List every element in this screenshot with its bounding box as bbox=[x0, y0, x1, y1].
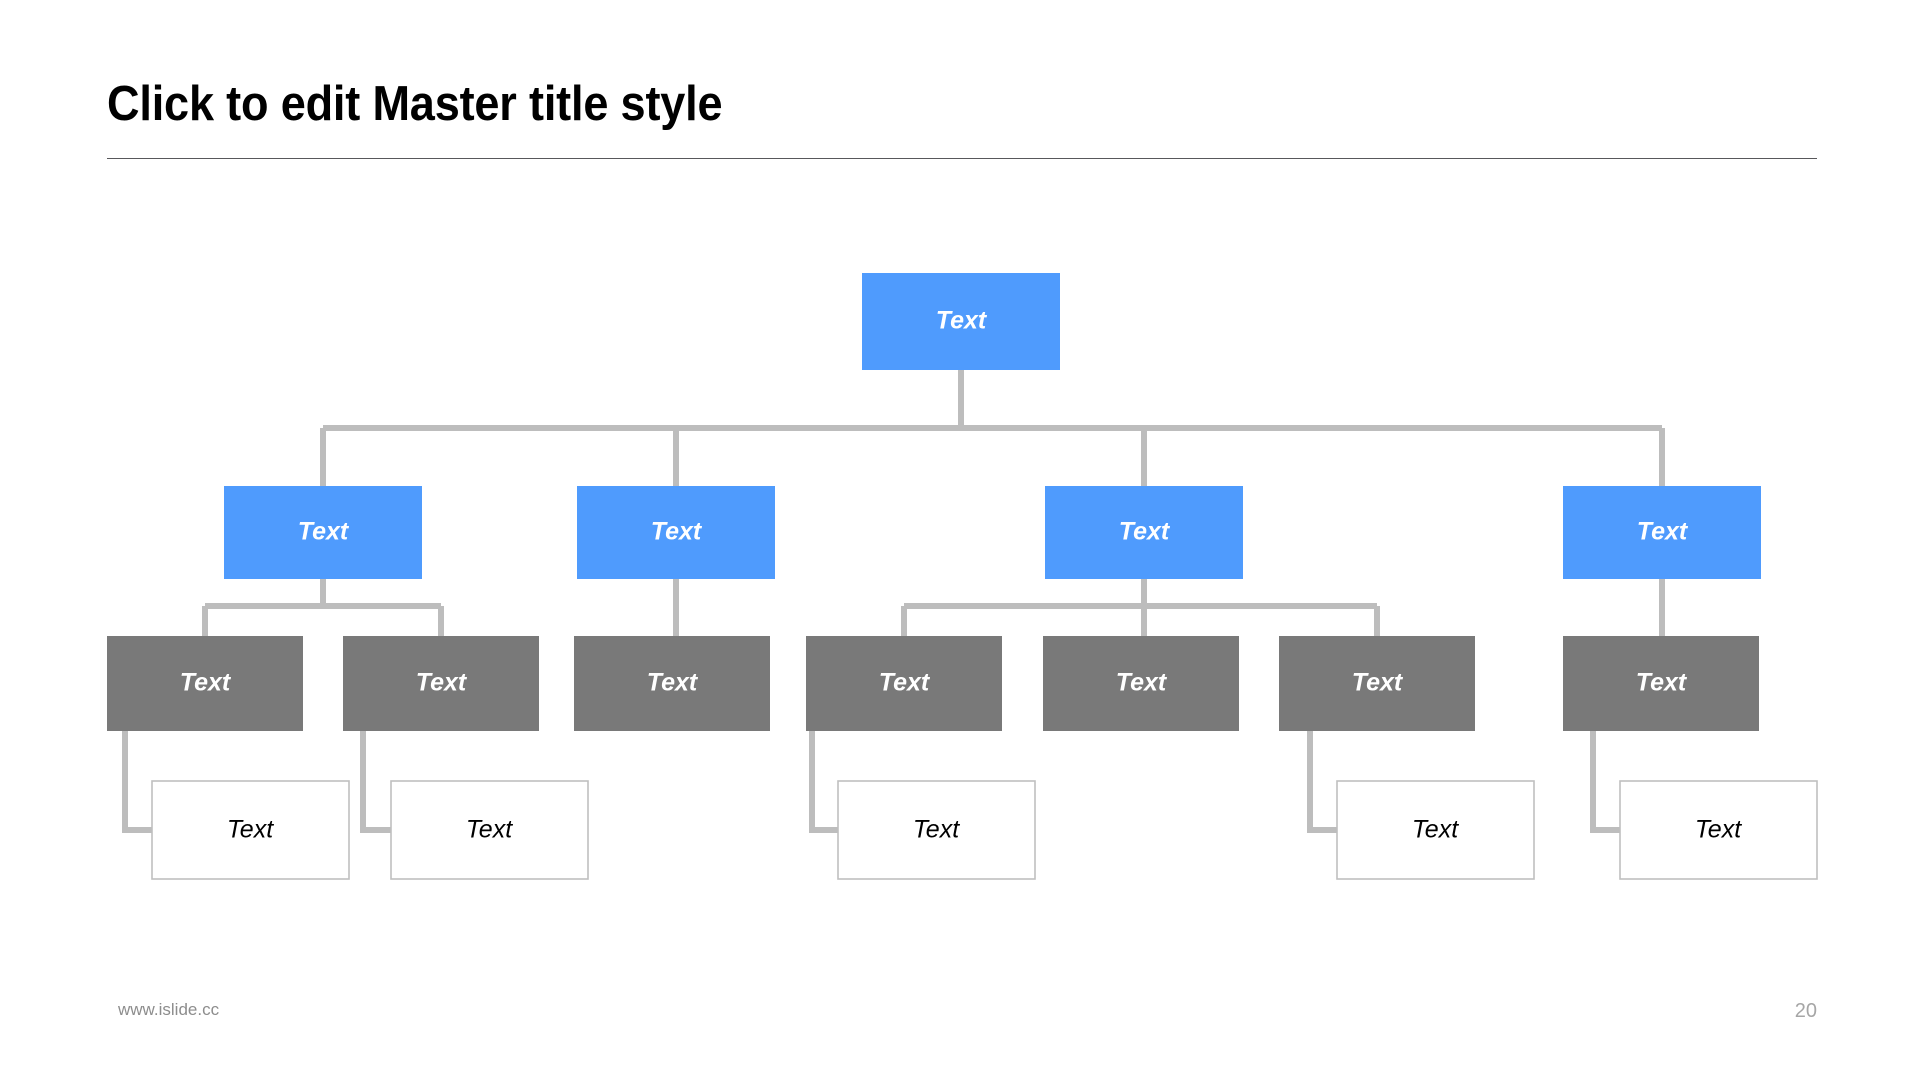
node-l4-5-label: Text bbox=[1695, 816, 1742, 844]
node-l4-3-label: Text bbox=[913, 816, 960, 844]
node-l4-4[interactable]: Text bbox=[1336, 780, 1535, 880]
connector-l3-4-to-l4-3 bbox=[809, 731, 838, 833]
org-chart-svg: Text Text Text Text Text Text Text Text … bbox=[107, 273, 1818, 880]
slide-canvas: Click to edit Master title style Text Te… bbox=[0, 0, 1920, 1080]
connector-l3-7-to-l4-5 bbox=[1590, 731, 1620, 833]
node-l3-3-label: Text bbox=[647, 669, 699, 697]
page-number: 20 bbox=[1794, 1000, 1817, 1022]
level2-group: Text Text Text Text bbox=[224, 486, 1761, 579]
level4-group: Text Text Text Text Text bbox=[151, 780, 1818, 880]
connector-group-level2 bbox=[202, 579, 1665, 636]
node-l2-4-label: Text bbox=[1637, 518, 1689, 546]
node-l2-1-label: Text bbox=[298, 518, 350, 546]
node-root-label: Text bbox=[936, 307, 988, 335]
node-l2-1[interactable]: Text bbox=[224, 486, 422, 579]
node-l4-1[interactable]: Text bbox=[151, 780, 350, 880]
footer-website[interactable]: www.islide.cc bbox=[118, 1000, 219, 1020]
node-l3-2[interactable]: Text bbox=[343, 636, 539, 731]
node-l3-6-label: Text bbox=[1352, 669, 1404, 697]
node-l2-2-label: Text bbox=[651, 518, 703, 546]
node-l3-2-label: Text bbox=[416, 669, 468, 697]
node-l4-5[interactable]: Text bbox=[1619, 780, 1818, 880]
level3-group: Text Text Text Text Text Text Text bbox=[107, 636, 1759, 731]
node-l3-4[interactable]: Text bbox=[806, 636, 1002, 731]
node-l3-1[interactable]: Text bbox=[107, 636, 303, 731]
connector-group-root bbox=[320, 370, 1665, 486]
node-l4-2-label: Text bbox=[466, 816, 513, 844]
node-l3-1-label: Text bbox=[180, 669, 232, 697]
connector-l3-2-to-l4-2 bbox=[360, 731, 391, 833]
node-l3-4-label: Text bbox=[879, 669, 931, 697]
node-l3-7-label: Text bbox=[1636, 669, 1688, 697]
node-l3-3[interactable]: Text bbox=[574, 636, 770, 731]
node-l3-7[interactable]: Text bbox=[1563, 636, 1759, 731]
node-l2-3[interactable]: Text bbox=[1045, 486, 1243, 579]
org-chart: Text Text Text Text Text Text Text Text … bbox=[0, 0, 1920, 1080]
node-l4-3[interactable]: Text bbox=[837, 780, 1036, 880]
node-l3-5[interactable]: Text bbox=[1043, 636, 1239, 731]
node-l2-2[interactable]: Text bbox=[577, 486, 775, 579]
node-root[interactable]: Text bbox=[862, 273, 1060, 370]
node-l3-6[interactable]: Text bbox=[1279, 636, 1475, 731]
node-l2-4[interactable]: Text bbox=[1563, 486, 1761, 579]
node-l4-2[interactable]: Text bbox=[390, 780, 589, 880]
node-l4-1-label: Text bbox=[227, 816, 274, 844]
node-l2-3-label: Text bbox=[1119, 518, 1171, 546]
node-l3-5-label: Text bbox=[1116, 669, 1168, 697]
connector-l3-6-to-l4-4 bbox=[1307, 731, 1337, 833]
connector-l3-1-to-l4-1 bbox=[122, 731, 152, 833]
node-l4-4-label: Text bbox=[1412, 816, 1459, 844]
